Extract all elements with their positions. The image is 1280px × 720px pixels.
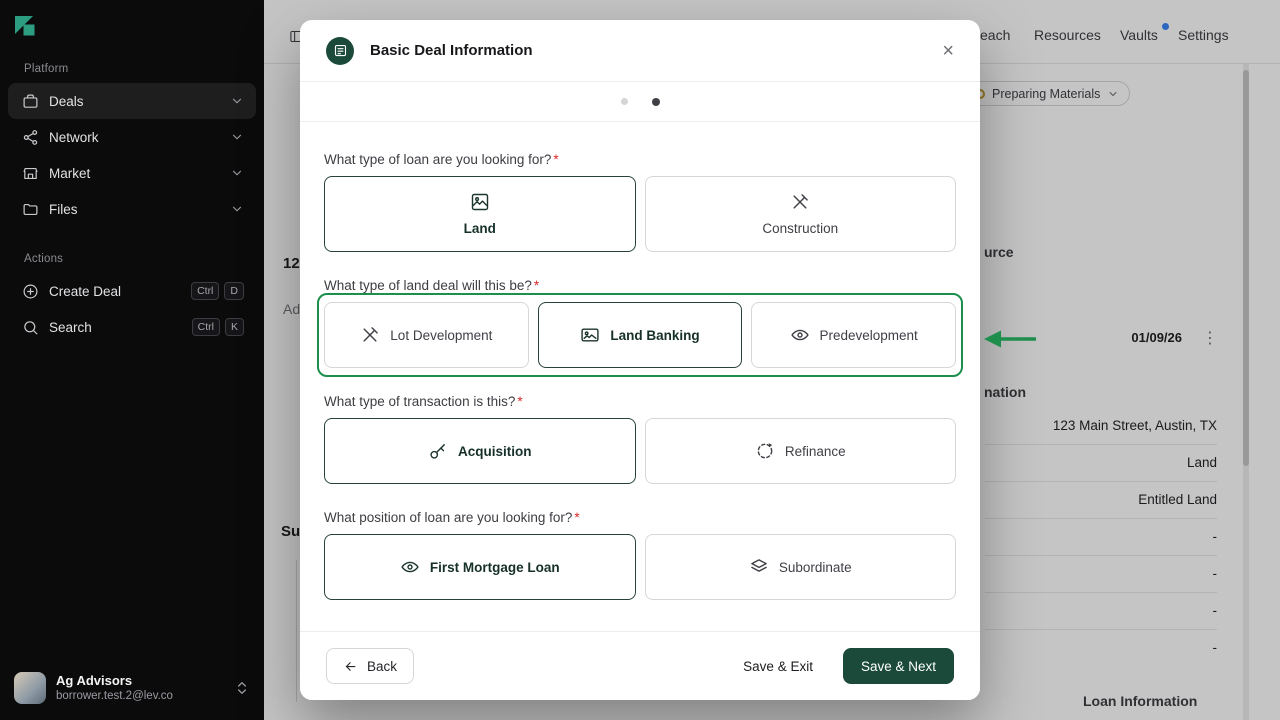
sidebar-item-label: Market (49, 165, 91, 181)
chevron-down-icon (230, 166, 244, 180)
folder-icon (22, 201, 39, 218)
key-badge: K (224, 318, 244, 336)
sidebar-item-files[interactable]: Files (8, 191, 256, 227)
question-label: What position of loan are you looking fo… (324, 510, 580, 525)
action-label: Create Deal (49, 283, 122, 299)
modal-body: What type of loan are you looking for? * … (300, 122, 980, 600)
user-name: Ag Advisors (56, 672, 133, 688)
question-loan-type: What type of loan are you looking for? * … (324, 152, 956, 252)
sidebar: Platform Deals Network Market Files Acti… (0, 0, 264, 720)
avatar (14, 672, 46, 704)
modal-header: Basic Deal Information × (300, 20, 980, 82)
actions-section-label: Actions (24, 253, 64, 265)
key-badge: D (224, 282, 244, 300)
required-asterisk: * (533, 278, 540, 293)
option-acquisition[interactable]: Acquisition (324, 418, 636, 484)
user-email: borrower.test.2@lev.co (56, 689, 173, 702)
network-icon (22, 129, 39, 146)
chevron-down-icon (230, 202, 244, 216)
question-label: What type of transaction is this? * (324, 394, 523, 409)
step-dot-2-active[interactable] (651, 97, 660, 106)
layers-icon (751, 559, 767, 572)
option-construction[interactable]: Construction (644, 176, 956, 252)
image-icon (471, 193, 488, 211)
question-loan-position: What position of loan are you looking fo… (324, 510, 956, 600)
required-asterisk: * (574, 510, 580, 525)
platform-section-label: Platform (24, 63, 69, 75)
deal-document-icon (326, 36, 354, 65)
eye-icon (401, 561, 419, 573)
sidebar-item-label: Deals (49, 93, 84, 109)
search-action[interactable]: Search Ctrl K (8, 309, 256, 345)
question-label: What type of loan are you looking for? * (324, 152, 559, 167)
sidebar-item-market[interactable]: Market (8, 155, 256, 191)
question-transaction-type: What type of transaction is this? * Acqui… (324, 394, 956, 484)
modal-footer: Back Save & Exit Save & Next (300, 631, 980, 700)
sidebar-item-label: Network (49, 129, 99, 145)
modal-title: Basic Deal Information (370, 42, 533, 59)
chevron-down-icon (230, 94, 244, 108)
step-indicator (300, 82, 980, 122)
sidebar-item-deals[interactable]: Deals (8, 83, 256, 119)
arrow-left-icon (345, 661, 356, 671)
chevron-down-icon (230, 130, 244, 144)
briefcase-icon (22, 93, 39, 110)
option-land-banking[interactable]: Land Banking (537, 302, 743, 368)
save-exit-button[interactable]: Save & Exit (743, 659, 813, 674)
sidebar-item-network[interactable]: Network (8, 119, 256, 155)
key-badge: Ctrl (191, 318, 220, 336)
plus-circle-icon (22, 283, 39, 300)
option-first-mortgage-loan[interactable]: First Mortgage Loan (324, 534, 636, 600)
basic-deal-information-modal: Basic Deal Information × What type of lo… (300, 20, 1036, 700)
back-button[interactable]: Back (326, 648, 415, 684)
shortcut-badges: Ctrl D (191, 282, 244, 300)
storefront-icon (22, 165, 39, 182)
action-label: Search (49, 319, 92, 335)
step-dot-1[interactable] (620, 98, 628, 105)
option-refinance[interactable]: Refinance (644, 418, 956, 484)
option-lot-development[interactable]: Lot Development (324, 302, 529, 368)
chevron-up-down-icon (234, 680, 250, 696)
option-land[interactable]: Land (324, 176, 636, 252)
key-badge: Ctrl (191, 282, 220, 300)
photo-card-icon (581, 328, 599, 342)
question-label: What type of land deal will this be? * (324, 278, 540, 293)
tools-icon (363, 327, 379, 342)
save-next-button[interactable]: Save & Next (842, 648, 954, 684)
create-deal-action[interactable]: Create Deal Ctrl D (8, 273, 256, 309)
required-asterisk: * (517, 394, 523, 409)
eye-icon (790, 329, 809, 341)
question-land-deal-type: What type of land deal will this be? * Lo… (317, 278, 963, 377)
sidebar-item-label: Files (49, 201, 78, 217)
key-icon (430, 444, 445, 459)
shortcut-badges: Ctrl K (191, 318, 244, 336)
option-subordinate[interactable]: Subordinate (644, 534, 956, 600)
construction-tools-icon (793, 194, 809, 209)
option-predevelopment[interactable]: Predevelopment (751, 302, 956, 368)
lev-logo (0, 0, 264, 37)
refresh-icon (757, 443, 773, 459)
required-asterisk: * (553, 152, 559, 167)
search-icon (22, 319, 39, 336)
account-switcher[interactable]: Ag Advisors borrower.test.2@lev.co (0, 664, 264, 712)
close-icon[interactable]: × (942, 41, 954, 61)
